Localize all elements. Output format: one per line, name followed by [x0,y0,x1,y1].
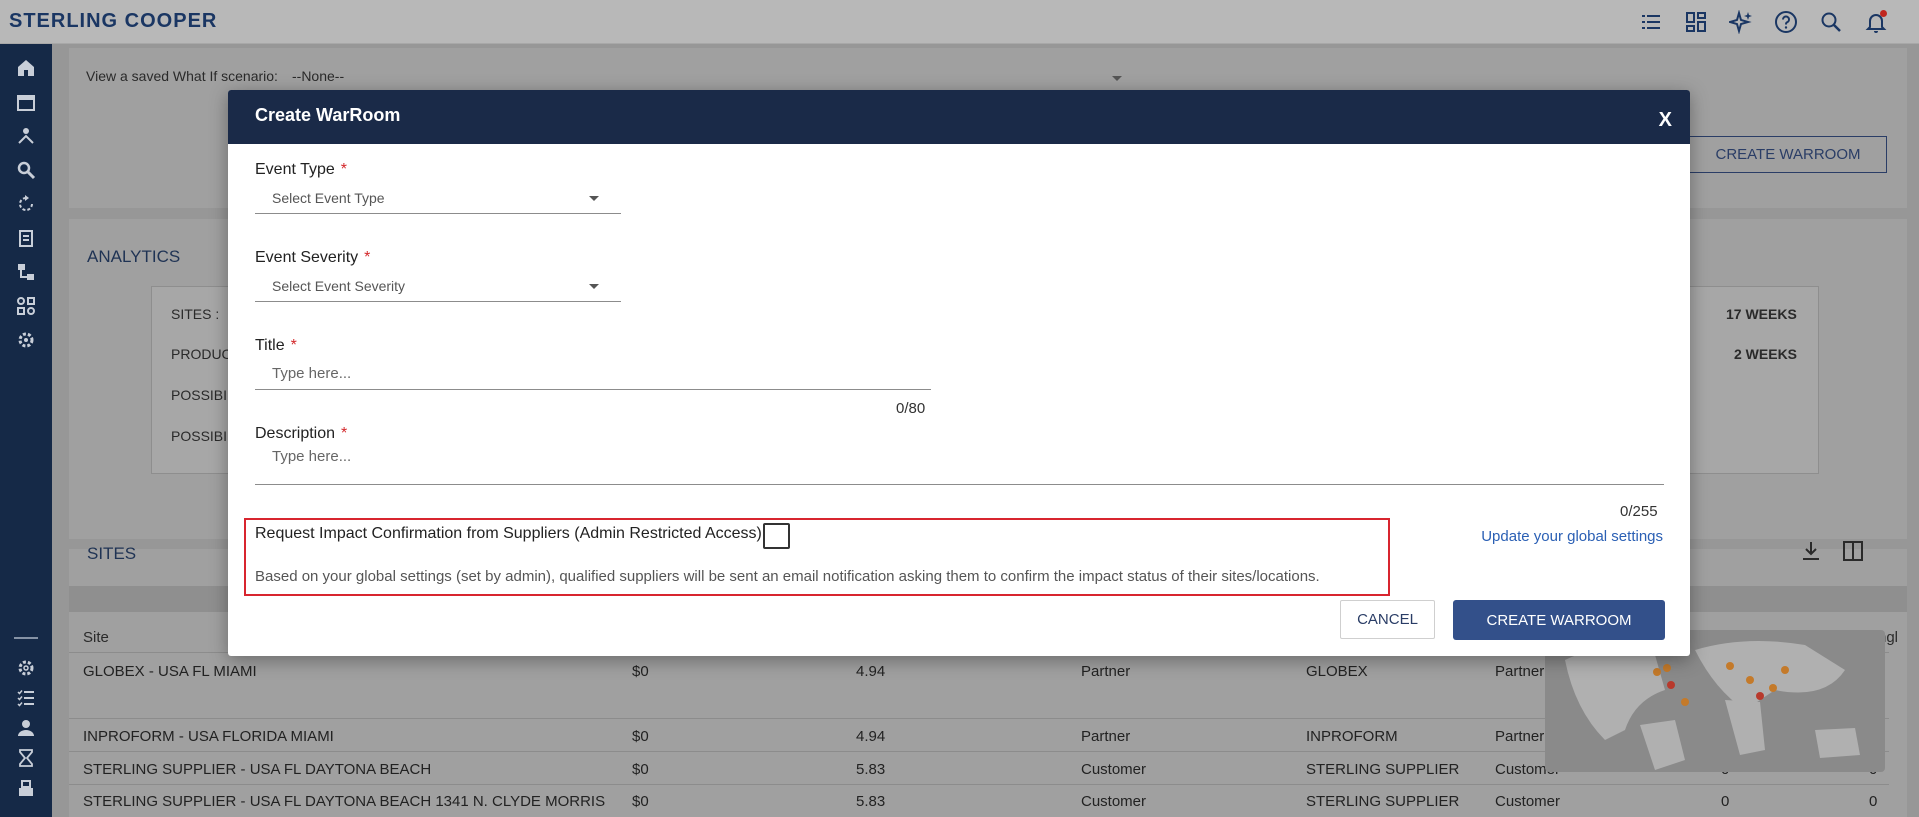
score-cell: 4.94 [856,728,886,745]
event-severity-label-text: Event Severity [255,249,359,266]
description-label: Description * [255,425,347,443]
company-link[interactable]: INPROFORM [1306,728,1398,745]
search-icon[interactable] [14,158,38,182]
analytics-row: SITES : [171,306,220,322]
home-icon[interactable] [14,56,38,80]
company-link[interactable]: GLOBEX [1306,663,1368,680]
count-cell: 0 [1869,793,1878,810]
create-warroom-button[interactable]: CREATE WARROOM [1453,600,1665,640]
sidebar-divider [14,637,38,639]
company-link[interactable]: STERLING SUPPLIER [1306,793,1459,810]
analytics-row: PRODUC [171,346,232,362]
modal-header: Create WarRoom X [228,90,1690,144]
refresh-icon[interactable] [14,192,38,216]
checklist-icon[interactable] [14,686,38,710]
value-cell: $0 [632,728,649,745]
layers-icon[interactable] [14,776,38,800]
description-counter: 0/255 [1620,503,1658,520]
value-cell: $0 [632,761,649,778]
top-bar: STERLING COOPER [0,0,1919,44]
sites-title: SITES [87,544,137,563]
required-mark: * [340,161,347,178]
title-label-text: Title [255,337,285,354]
list-icon[interactable] [1637,8,1664,35]
analytics-value: 2 WEEKS [1734,346,1798,362]
scenario-label: View a saved What If scenario: [86,68,278,84]
clipboard-icon[interactable] [14,226,38,250]
impact-confirmation-label: Request Impact Confirmation from Supplie… [255,525,762,542]
relationship-cell: Customer [1495,793,1561,810]
type-cell: Customer [1081,761,1147,778]
event-severity-placeholder: Select Event Severity [272,278,406,294]
hierarchy-icon[interactable] [14,260,38,284]
dashboard-icon[interactable] [1682,8,1709,35]
type-cell: Partner [1081,663,1131,680]
hourglass-icon[interactable] [14,746,38,770]
required-mark: * [341,425,348,442]
count-cell: 0 [1721,793,1730,810]
required-mark: * [290,337,297,354]
cancel-button[interactable]: CANCEL [1340,600,1435,639]
close-button[interactable]: X [1659,109,1672,132]
relationship-cell: Partner [1495,728,1545,745]
settings-stack-icon[interactable] [14,328,38,352]
download-icon[interactable] [1800,540,1822,562]
site-link[interactable]: GLOBEX - USA FL MIAMI [83,663,257,680]
network-icon[interactable] [14,124,38,148]
grid-icon[interactable] [14,294,38,318]
value-cell: $0 [632,793,649,810]
sparkle-icon[interactable] [1727,8,1754,35]
analytics-value: 17 WEEKS [1726,306,1797,322]
type-cell: Partner [1081,728,1131,745]
score-cell: 4.94 [856,663,886,680]
company-link[interactable]: STERLING SUPPLIER [1306,761,1459,778]
calendar-icon[interactable] [14,90,38,114]
description-textarea[interactable] [255,443,1664,485]
create-warroom-background-button[interactable]: CREATE WARROOM [1689,136,1887,173]
type-cell: Customer [1081,793,1147,810]
site-link[interactable]: INPROFORM - USA FLORIDA MIAMI [83,728,334,745]
score-cell: 5.83 [856,761,886,778]
event-type-placeholder: Select Event Type [272,190,385,206]
required-mark: * [364,249,371,266]
analytics-title: ANALYTICS [87,247,181,266]
analytics-row: POSSIBI [171,387,228,403]
create-warroom-modal: Create WarRoom X Event Type * Select Even… [228,90,1690,656]
brand-logo[interactable]: STERLING COOPER [9,10,217,33]
sidebar [0,44,52,817]
score-cell: 5.83 [856,793,886,810]
help-icon[interactable] [1772,8,1799,35]
site-column-header[interactable]: Site [83,629,109,646]
impact-confirmation-checkbox[interactable] [763,523,790,549]
analytics-row: POSSIBI [171,428,228,444]
search-icon[interactable] [1817,8,1844,35]
event-severity-label: Event Severity * [255,249,370,267]
relationship-cell: Partner [1495,663,1545,680]
update-global-settings-link[interactable]: Update your global settings [1481,528,1663,545]
scenario-caret-icon [1112,76,1122,81]
user-icon[interactable] [14,716,38,740]
table-row: STERLING SUPPLIER - USA FL DAYTONA BEACH… [69,784,1889,817]
description-label-text: Description [255,425,336,442]
chevron-down-icon [589,196,599,201]
top-icons [1637,8,1889,35]
value-cell: $0 [632,663,649,680]
impact-confirmation-note: Based on your global settings (set by ad… [255,568,1320,585]
chevron-down-icon [589,284,599,289]
title-counter: 0/80 [896,400,926,417]
title-label: Title * [255,337,297,355]
columns-icon[interactable] [1842,540,1864,562]
title-input[interactable] [255,358,931,390]
event-severity-select[interactable]: Select Event Severity [255,270,621,302]
event-type-label-text: Event Type [255,161,335,178]
gear-icon[interactable] [14,656,38,680]
site-link[interactable]: STERLING SUPPLIER - USA FL DAYTONA BEACH… [83,793,605,810]
site-link[interactable]: STERLING SUPPLIER - USA FL DAYTONA BEACH [83,761,431,778]
scenario-select[interactable]: --None-- [292,68,344,84]
event-type-select[interactable]: Select Event Type [255,182,621,214]
notification-dot [1880,10,1887,17]
modal-title: Create WarRoom [255,105,401,125]
event-type-label: Event Type * [255,161,347,179]
bell-icon[interactable] [1862,8,1889,35]
